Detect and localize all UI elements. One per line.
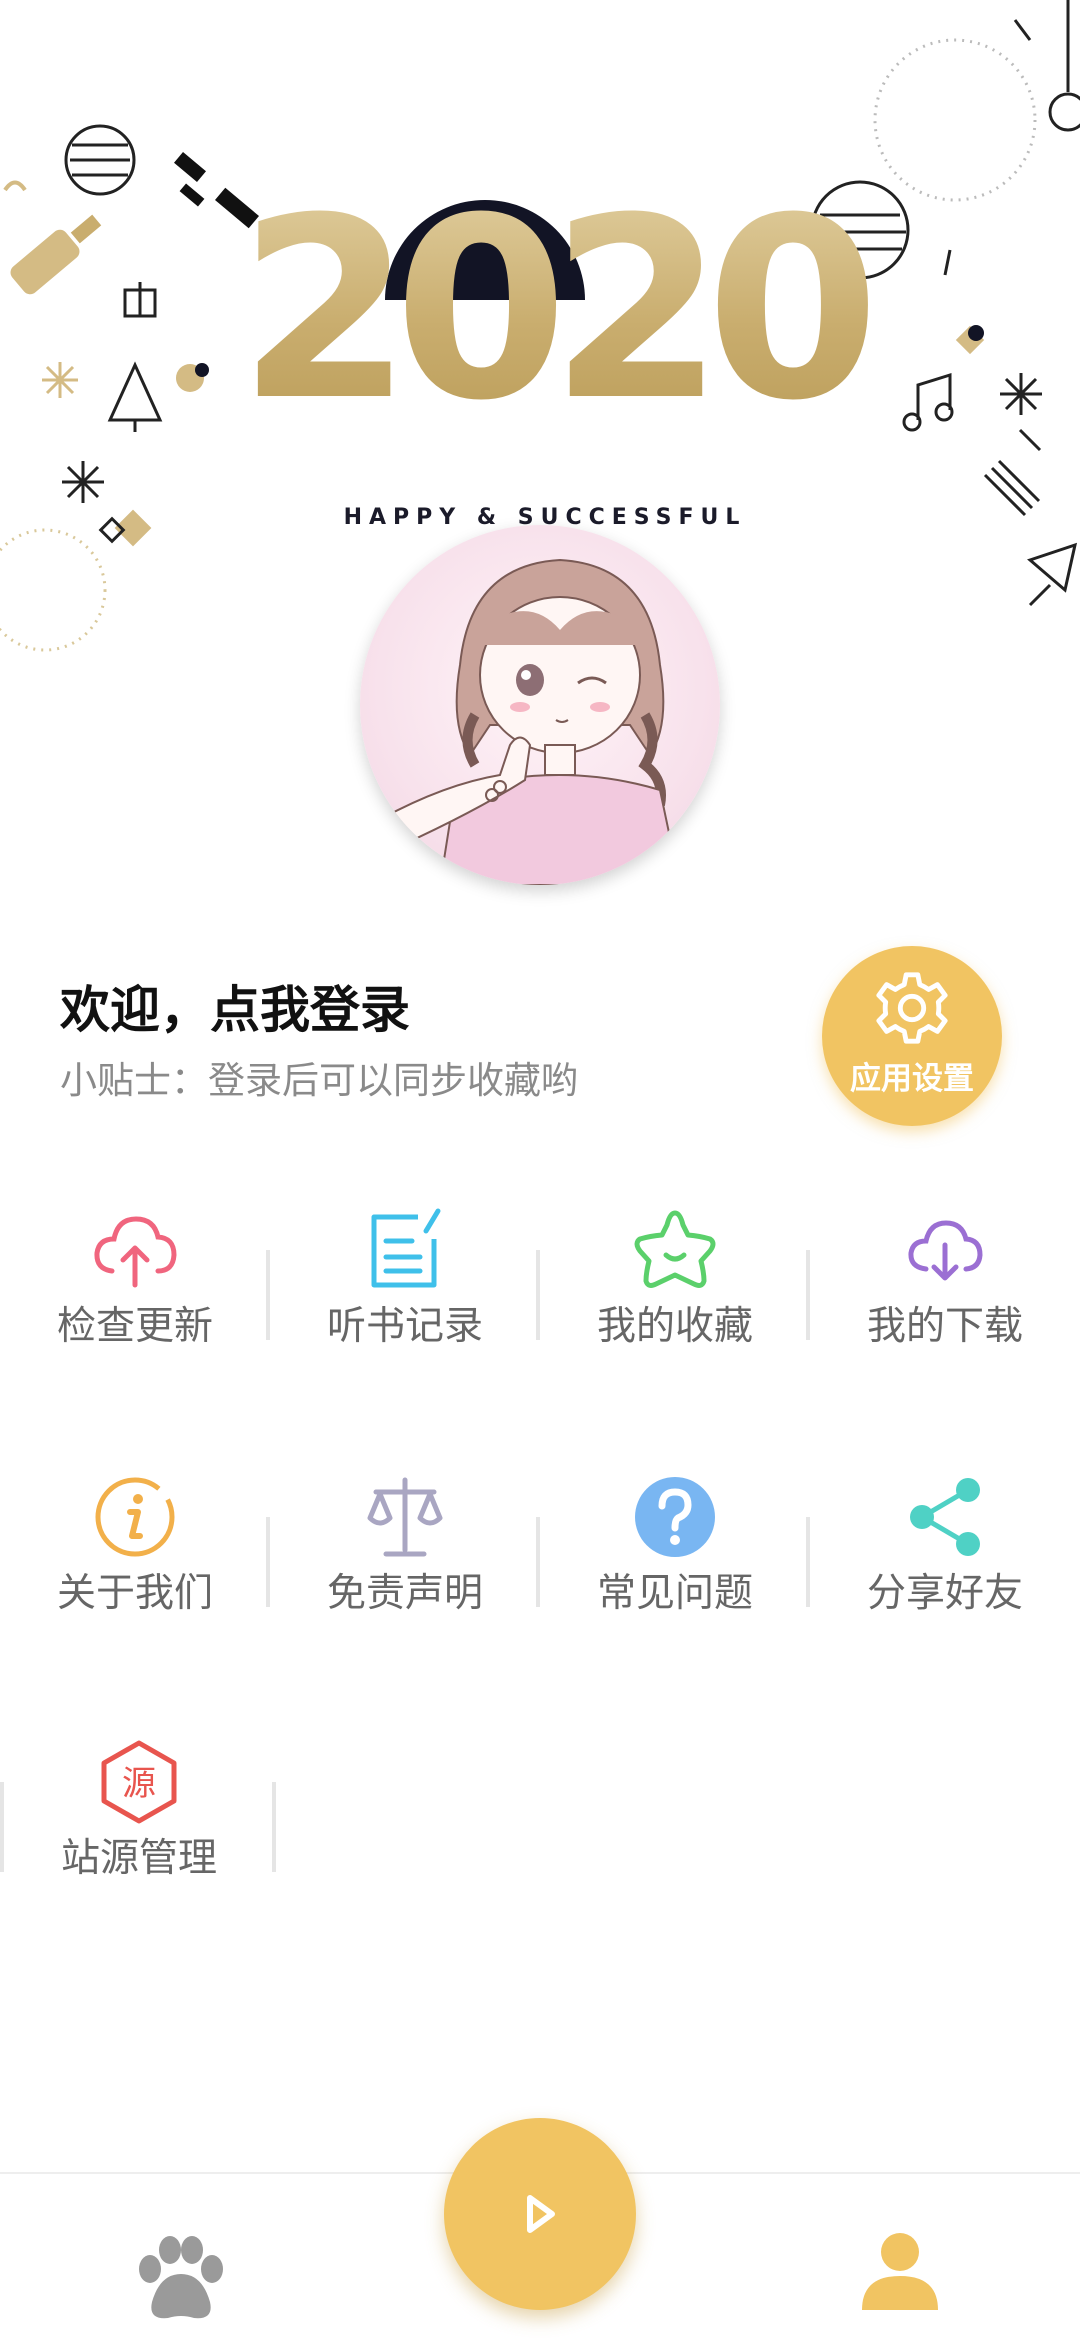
source-icon: 源 — [101, 1740, 177, 1824]
menu-share[interactable]: 分享好友 — [810, 1457, 1080, 1657]
menu-disclaimer-label: 免责声明 — [326, 1571, 483, 1616]
menu-divider — [272, 1782, 276, 1872]
login-tip: 小贴士：登录后可以同步收藏哟 — [60, 1059, 578, 1102]
app-settings-label: 应用设置 — [850, 1060, 974, 1097]
menu-check-update[interactable]: 检查更新 — [0, 1190, 270, 1390]
avatar[interactable] — [360, 525, 720, 885]
user-icon[interactable] — [862, 2232, 938, 2312]
avatar-illustration — [368, 558, 682, 885]
menu-source-manage[interactable]: 源 站源管理 — [4, 1722, 274, 1922]
cloud-download-icon — [908, 1220, 983, 1281]
share-icon — [910, 1478, 980, 1556]
note-edit-icon — [371, 1208, 441, 1288]
paw-icon[interactable] — [130, 2234, 230, 2324]
login-prompt[interactable]: 欢迎，点我登录 — [60, 970, 410, 1042]
app-settings-button[interactable]: 应用设置 — [822, 946, 1002, 1126]
menu-listen-history-label: 听书记录 — [326, 1304, 483, 1349]
menu-about-us-label: 关于我们 — [56, 1571, 213, 1616]
scales-icon — [367, 1477, 443, 1557]
info-icon — [95, 1477, 175, 1557]
menu-faq-label: 常见问题 — [596, 1571, 753, 1616]
gear-icon — [876, 971, 948, 1044]
banner-year: 2020 — [190, 160, 910, 460]
menu-downloads-label: 我的下载 — [866, 1304, 1023, 1349]
question-icon — [635, 1477, 715, 1557]
menu-share-label: 分享好友 — [866, 1571, 1023, 1616]
menu-favorites[interactable]: 我的收藏 — [540, 1190, 810, 1390]
menu-disclaimer[interactable]: 免责声明 — [270, 1457, 540, 1657]
menu-favorites-label: 我的收藏 — [596, 1304, 753, 1349]
play-button[interactable] — [444, 2118, 636, 2310]
menu-faq[interactable]: 常见问题 — [540, 1457, 810, 1657]
menu-about-us[interactable]: 关于我们 — [0, 1457, 270, 1657]
star-icon — [634, 1210, 716, 1288]
svg-text:源: 源 — [122, 1764, 156, 1804]
play-icon — [527, 2195, 555, 2233]
menu-source-manage-label: 站源管理 — [60, 1836, 217, 1881]
menu-downloads[interactable]: 我的下载 — [810, 1190, 1080, 1390]
cloud-upload-icon — [94, 1216, 177, 1288]
menu-listen-history[interactable]: 听书记录 — [270, 1190, 540, 1390]
menu-check-update-label: 检查更新 — [56, 1304, 213, 1349]
